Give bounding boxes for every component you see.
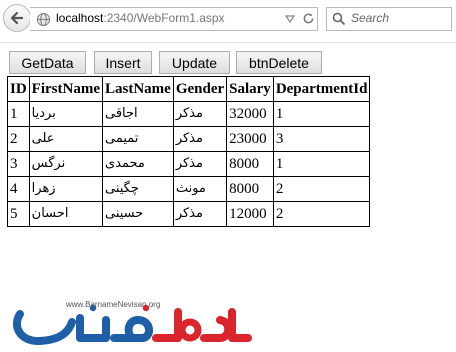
cell-lastname: اجاقی xyxy=(101,101,174,127)
browser-toolbar: localhost:2340/WebForm1.aspx xyxy=(0,0,456,43)
cell-id: 3 xyxy=(7,151,30,177)
column-header-firstname: FirstName xyxy=(28,76,103,102)
table-row: 3 نرگس محمدی مذکر 8000 1 xyxy=(7,151,371,177)
url-host: localhost xyxy=(56,11,104,25)
cell-salary: 23000 xyxy=(226,126,274,152)
column-header-gender: Gender xyxy=(172,76,228,102)
cell-salary: 32000 xyxy=(226,101,274,127)
cell-lastname: حسینی xyxy=(101,201,174,227)
search-icon xyxy=(332,12,346,26)
column-header-lastname: LastName xyxy=(101,76,174,102)
cell-departmentid: 2 xyxy=(272,201,371,227)
column-header-id: ID xyxy=(7,76,30,102)
column-header-departmentid: DepartmentId xyxy=(272,76,371,102)
table-row: 1 بردیا اجاقی مذکر 32000 1 xyxy=(7,101,371,127)
back-arrow-icon xyxy=(10,11,24,25)
cell-lastname: تمیمی xyxy=(101,126,174,152)
cell-firstname: بردیا xyxy=(28,101,103,127)
update-button[interactable]: Update xyxy=(159,51,230,74)
table-row: 5 احسان حسینی مذکر 12000 2 xyxy=(7,201,371,227)
cell-lastname: چگینی xyxy=(101,176,174,202)
search-input[interactable] xyxy=(351,11,447,25)
btndelete-button[interactable]: btnDelete xyxy=(236,51,322,74)
cell-gender: مونث xyxy=(172,176,228,202)
cell-id: 2 xyxy=(7,126,30,152)
back-button[interactable] xyxy=(3,4,31,32)
table-row: 2 علی تمیمی مذکر 23000 3 xyxy=(7,126,371,152)
cell-firstname: زهرا xyxy=(28,176,103,202)
table-row: 4 زهرا چگینی مونث 8000 2 xyxy=(7,176,371,202)
column-header-salary: Salary xyxy=(226,76,274,102)
cell-id: 4 xyxy=(7,176,30,202)
address-bar[interactable]: localhost:2340/WebForm1.aspx xyxy=(30,7,318,31)
cell-firstname: نرگس xyxy=(28,151,103,177)
cell-salary: 8000 xyxy=(226,151,274,177)
cell-gender: مذکر xyxy=(172,101,228,127)
cell-lastname: محمدی xyxy=(101,151,174,177)
url-path: :2340/WebForm1.aspx xyxy=(103,11,225,25)
cell-gender: مذکر xyxy=(172,126,228,152)
insert-button[interactable]: Insert xyxy=(94,51,152,74)
reload-icon[interactable] xyxy=(302,12,315,25)
header-row: ID FirstName LastName Gender Salary Depa… xyxy=(7,76,371,102)
cell-salary: 8000 xyxy=(226,176,274,202)
cell-firstname: احسان xyxy=(28,201,103,227)
globe-icon xyxy=(36,12,51,27)
cell-gender: مذکر xyxy=(172,201,228,227)
cell-departmentid: 3 xyxy=(272,126,371,152)
employee-grid: ID FirstName LastName Gender Salary Depa… xyxy=(7,76,371,227)
cell-gender: مذکر xyxy=(172,151,228,177)
cell-firstname: علی xyxy=(28,126,103,152)
cell-departmentid: 2 xyxy=(272,176,371,202)
cell-departmentid: 1 xyxy=(272,151,371,177)
cell-id: 5 xyxy=(7,201,30,227)
cell-id: 1 xyxy=(7,101,30,127)
search-box[interactable] xyxy=(326,7,452,31)
getdata-button[interactable]: GetData xyxy=(9,51,86,74)
cell-departmentid: 1 xyxy=(272,101,371,127)
url-text: localhost:2340/WebForm1.aspx xyxy=(56,11,225,25)
logo-url-text: www.BarnameNevisan.org xyxy=(66,300,161,309)
cell-salary: 12000 xyxy=(226,201,274,227)
history-dropdown-icon[interactable] xyxy=(284,13,296,25)
